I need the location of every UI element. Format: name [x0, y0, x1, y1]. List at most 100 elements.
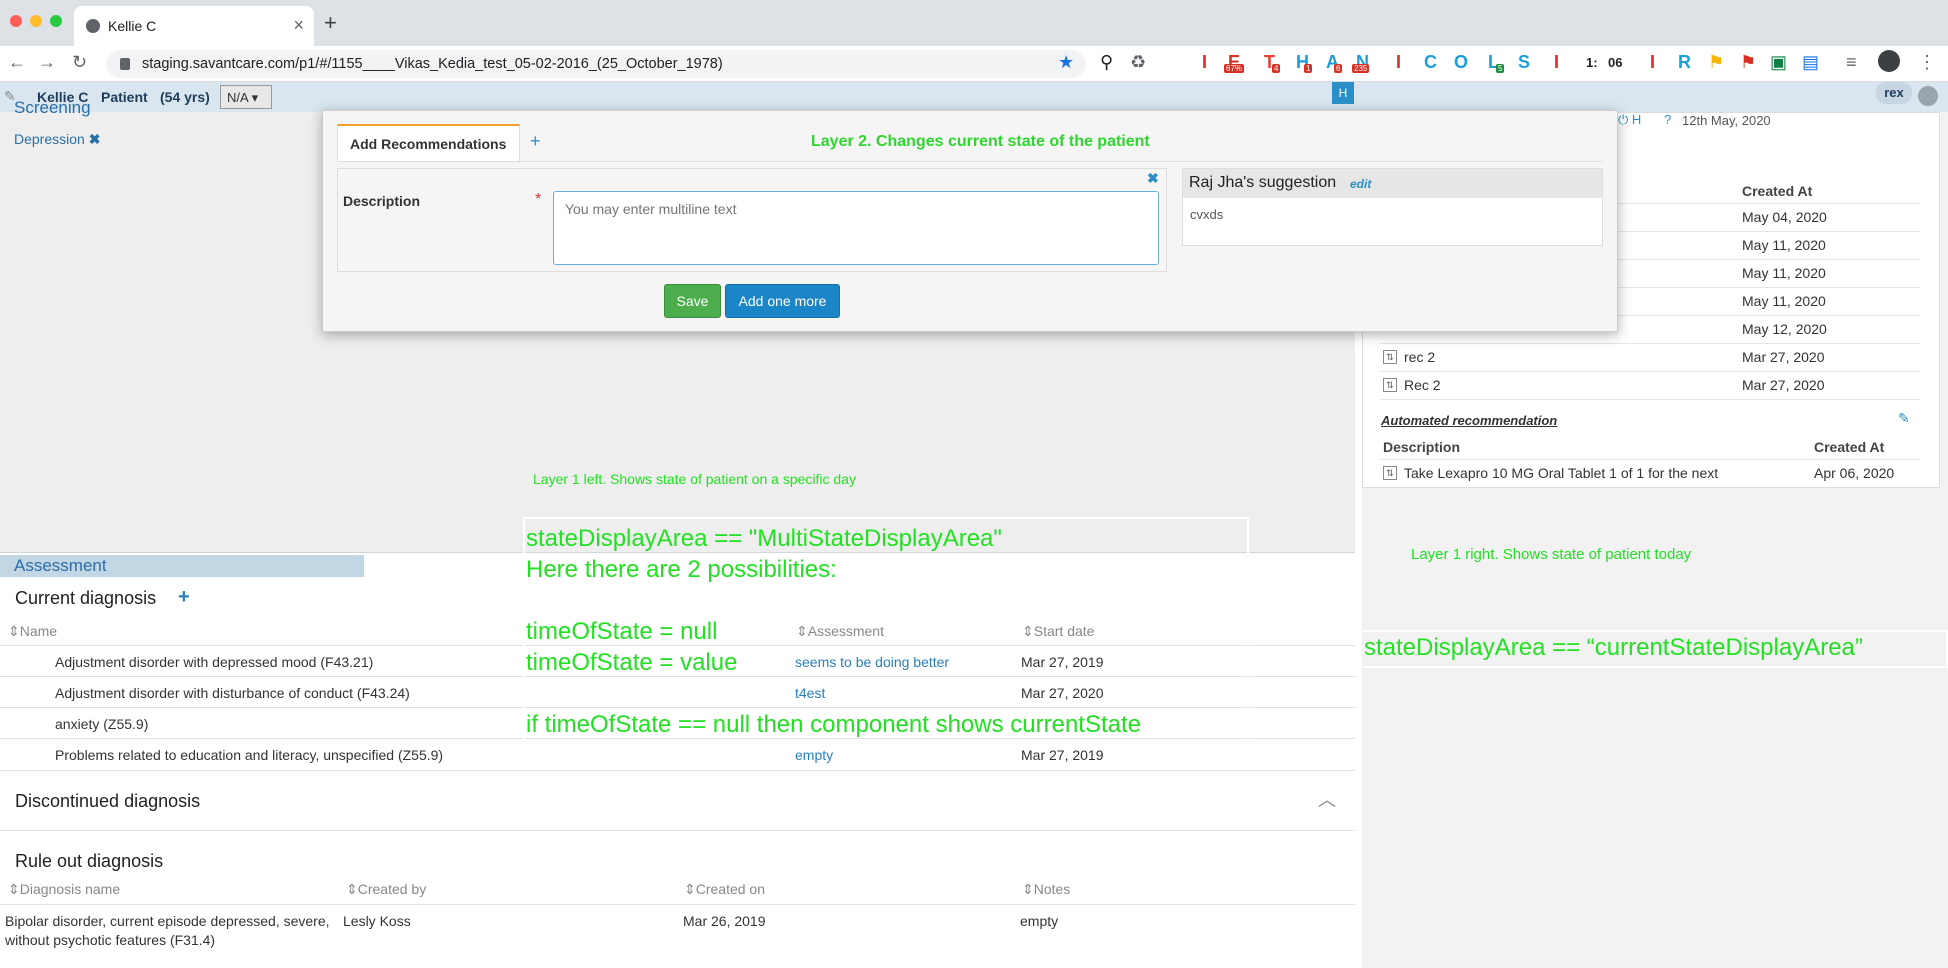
rec-date: May 11, 2020 — [1742, 237, 1826, 253]
sort-notes-column[interactable]: ⇕Notes — [1022, 881, 1070, 898]
patient-label: Patient — [101, 89, 148, 105]
ext-r[interactable]: R — [1678, 52, 1691, 73]
sort-created-on-column[interactable]: ⇕Created on — [684, 881, 765, 898]
current-state-annotation: stateDisplayArea == “currentStateDisplay… — [1364, 634, 1863, 661]
camera-icon[interactable]: ▣ — [1770, 52, 1787, 73]
url-field[interactable]: staging.savantcare.com/p1/#/1155____Vika… — [106, 50, 1086, 78]
separator-icon: I — [1554, 52, 1560, 72]
annotation-spacer — [526, 678, 1141, 709]
annotation-line: stateDisplayArea == "MultiStateDisplayAr… — [526, 525, 1002, 552]
save-button[interactable]: Save — [664, 284, 721, 318]
tab-add-recommendations[interactable]: Add Recommendations — [337, 124, 520, 162]
drag-handle-icon[interactable]: ⇅ — [1383, 350, 1397, 364]
rec-desc: rec 2 — [1404, 349, 1436, 365]
user-badge[interactable]: rex — [1876, 82, 1912, 104]
tab-title: Kellie C — [108, 18, 157, 34]
user-avatar-icon[interactable] — [1918, 86, 1938, 106]
profile-avatar-icon[interactable] — [1878, 50, 1900, 72]
sort-created-by-column[interactable]: ⇕Created by — [346, 881, 426, 898]
drag-handle-icon[interactable]: ⇅ — [1383, 466, 1397, 480]
rec-date: May 04, 2020 — [1742, 209, 1827, 225]
drag-handle-icon[interactable]: ⇅ — [1383, 378, 1397, 392]
diagnosis-name: anxiety (Z55.9) — [55, 716, 149, 732]
ext-badge: 67% — [1224, 64, 1245, 73]
add-tab-icon[interactable]: + — [530, 131, 541, 152]
ext-c[interactable]: C — [1424, 52, 1437, 73]
toolbar-icons[interactable]: ⏻ H — [1618, 112, 1641, 128]
add-one-more-button[interactable]: Add one more — [725, 284, 840, 318]
sort-name-column[interactable]: ⇕Name — [8, 623, 57, 640]
separator-icon: I — [1396, 52, 1402, 72]
minimize-window-button[interactable] — [30, 15, 42, 27]
row-divider — [0, 904, 1355, 905]
ro-col-notes-label: Notes — [1033, 881, 1071, 897]
close-tab-icon[interactable]: × — [293, 15, 304, 36]
tab-divider — [337, 161, 1603, 162]
row-divider — [1380, 399, 1920, 400]
patient-header: ✎ Kellie C Patient (54 yrs) N/A ▾ H rex — [0, 82, 1948, 112]
annotation-line: Here there are 2 possibilities: — [526, 556, 837, 583]
remove-icon[interactable]: ✖ — [89, 131, 101, 147]
maximize-window-button[interactable] — [50, 15, 62, 27]
search-icon[interactable]: ⚲ — [1100, 52, 1113, 73]
red-flag-icon[interactable]: ⚑ — [1740, 52, 1756, 73]
reload-icon[interactable]: ↻ — [72, 52, 87, 73]
row-divider — [1380, 343, 1920, 344]
flag-icon[interactable]: ⚑ — [1708, 52, 1724, 73]
help-icon[interactable]: ? — [1664, 112, 1671, 127]
annotation-line: if timeOfState == null then component sh… — [526, 711, 1141, 738]
chevron-up-icon[interactable]: ︿ — [1318, 786, 1336, 812]
tab-label: Add Recommendations — [350, 136, 507, 152]
rec-desc: Rec 2 — [1404, 377, 1441, 393]
diagnosis-name: Problems related to education and litera… — [55, 747, 444, 763]
close-icon[interactable]: ✖ — [1147, 170, 1159, 187]
screen-icon[interactable]: ▤ — [1802, 52, 1819, 73]
url-text: staging.savantcare.com/p1/#/1155____Vika… — [142, 56, 723, 72]
h-button[interactable]: H — [1332, 82, 1354, 104]
lock-icon — [120, 58, 130, 70]
annotation-spacer — [526, 585, 1141, 616]
screening-item-label: Depression — [14, 131, 85, 147]
auto-rec-date: Apr 06, 2020 — [1814, 465, 1895, 481]
screening-item[interactable]: Depression ✖ — [14, 131, 100, 148]
rec-date: May 12, 2020 — [1742, 321, 1827, 337]
ro-created-by: Lesly Koss — [343, 913, 411, 929]
browser-tab[interactable]: Kellie C × — [74, 6, 314, 46]
required-star-icon: * — [535, 191, 542, 208]
row-divider — [1380, 371, 1920, 372]
menu-dots-icon[interactable]: ⋮ — [1918, 52, 1936, 73]
current-diagnosis-title: Current diagnosis — [15, 588, 157, 608]
ext-s[interactable]: S — [1518, 52, 1530, 73]
back-icon[interactable]: ← — [8, 52, 26, 73]
add-diagnosis-icon[interactable]: + — [178, 586, 190, 609]
diagnosis-start: Mar 27, 2019 — [1021, 747, 1104, 763]
description-textarea[interactable] — [553, 191, 1159, 265]
address-bar-row: ← → ↻ staging.savantcare.com/p1/#/1155__… — [0, 46, 1948, 82]
discontinued-diagnosis-title: Discontinued diagnosis — [15, 791, 201, 811]
recycle-icon[interactable]: ♻ — [1130, 52, 1146, 73]
diagnosis-assessment[interactable]: empty — [795, 747, 833, 763]
auto-desc-header: Description — [1383, 439, 1461, 455]
panel-date: 12th May, 2020 — [1682, 113, 1771, 128]
ext-o[interactable]: O — [1454, 52, 1468, 73]
ro-notes: empty — [1020, 913, 1059, 929]
globe-icon — [86, 19, 100, 33]
sort-diagnosis-name-column[interactable]: ⇕Diagnosis name — [8, 881, 120, 898]
close-window-button[interactable] — [10, 15, 22, 27]
diagnosis-name: Adjustment disorder with depressed mood … — [55, 654, 374, 670]
status-select[interactable]: N/A ▾ — [220, 85, 272, 109]
separator-icon: I — [1650, 52, 1656, 72]
description-label: Description — [343, 193, 421, 209]
row-divider — [0, 770, 1355, 771]
rec-date: May 11, 2020 — [1742, 293, 1826, 309]
browser-tab-bar: Kellie C × + — [0, 0, 1948, 46]
pin-icon[interactable]: ✎ — [1898, 410, 1910, 427]
auto-created-header: Created At — [1814, 439, 1885, 455]
suggestion-edit-link[interactable]: edit — [1350, 177, 1371, 191]
ext-badge: 235 — [1352, 64, 1370, 73]
automated-recommendation-title[interactable]: Automated recommendation — [1381, 413, 1557, 428]
bookmark-star-icon[interactable]: ★ — [1058, 52, 1074, 73]
playlist-icon[interactable]: ≡ — [1846, 52, 1857, 73]
forward-icon[interactable]: → — [38, 52, 56, 73]
new-tab-button[interactable]: + — [324, 10, 337, 36]
